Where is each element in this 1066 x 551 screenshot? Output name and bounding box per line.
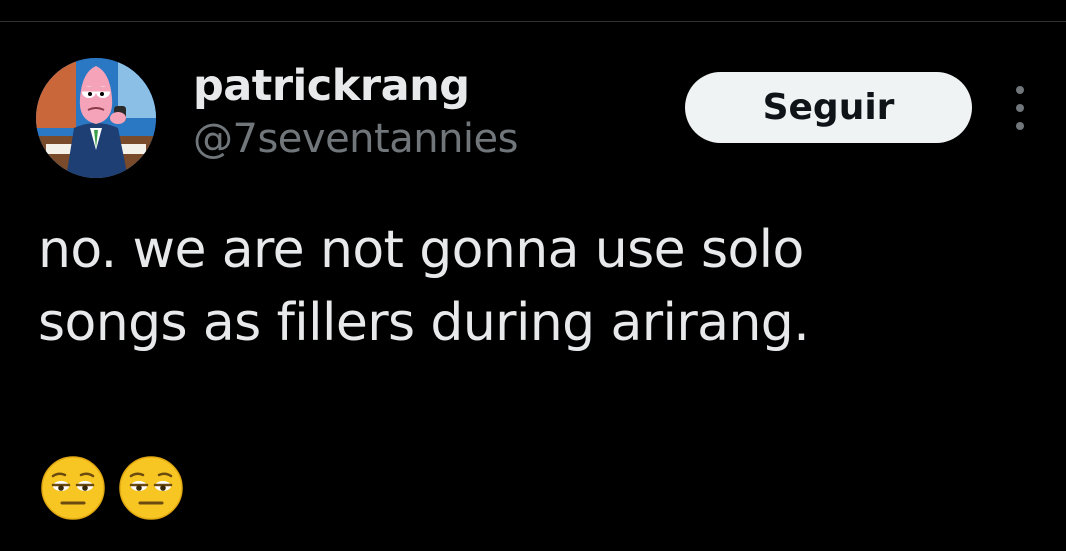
tweet-text-line: no. we are not gonna use solo <box>38 220 804 280</box>
patrick-star-avatar-icon <box>36 58 156 178</box>
follow-button[interactable]: Seguir <box>685 72 972 143</box>
author-handle[interactable]: @7seventannies <box>193 112 519 166</box>
more-options-icon-dot <box>1016 122 1024 130</box>
unamused-face-icon <box>40 455 106 521</box>
more-options-button[interactable] <box>1004 86 1036 130</box>
unamused-face-icon <box>118 455 184 521</box>
top-divider <box>0 21 1066 22</box>
tweet-text-line: songs as fillers during arirang. <box>38 293 810 353</box>
tweet-text: no. we are not gonna use solo songs as f… <box>38 214 1018 360</box>
tweet-emojis <box>40 455 184 521</box>
author-info: patrickrang @7seventannies <box>193 58 519 166</box>
more-options-icon-dot <box>1016 104 1024 112</box>
author-display-name[interactable]: patrickrang <box>193 58 518 114</box>
author-avatar[interactable] <box>36 58 156 178</box>
more-options-icon <box>1016 86 1024 94</box>
